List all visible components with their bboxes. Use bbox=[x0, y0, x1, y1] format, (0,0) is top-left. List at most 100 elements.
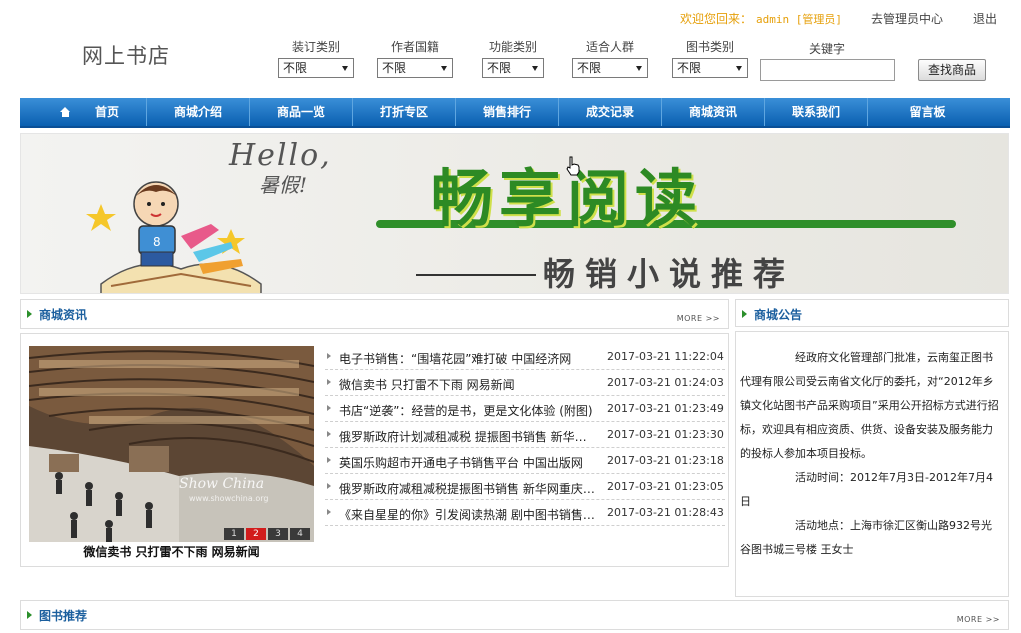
keyword-input[interactable] bbox=[760, 59, 895, 81]
banner-subtitle: 畅销小说推荐 bbox=[543, 255, 796, 293]
chevron-down-icon bbox=[532, 66, 538, 71]
slideshow-pager: 1 2 3 4 bbox=[224, 528, 310, 540]
hand-cursor-icon bbox=[566, 156, 580, 176]
nav-records[interactable]: 成交记录 bbox=[559, 98, 662, 126]
nav-label: 销售排行 bbox=[482, 105, 531, 119]
news-title: 俄罗斯政府减租减税提振图书销售 新华网重庆频道 bbox=[339, 482, 595, 496]
filter-nationality-select[interactable]: 不限 bbox=[377, 58, 453, 78]
news-title: 书店“逆袭”：经营的是书，更是文化体验 (附图) bbox=[339, 404, 593, 418]
filter-function: 功能类别 不限 bbox=[482, 40, 544, 78]
filter-book-category-select[interactable]: 不限 bbox=[672, 58, 748, 78]
home-icon bbox=[60, 107, 71, 117]
nav-label: 商城介绍 bbox=[173, 105, 222, 119]
notice-paragraph: 经政府文化管理部门批准，云南玺正图书代理有限公司受云南省文化厅的委托，对“201… bbox=[740, 351, 999, 460]
bullet-icon bbox=[327, 405, 331, 411]
news-item[interactable]: 微信卖书 只打雷不下雨 网易新闻 2017-03-21 01:24:03 bbox=[325, 370, 725, 396]
bullet-icon bbox=[327, 483, 331, 489]
select-value: 不限 bbox=[677, 61, 702, 75]
bullet-icon bbox=[327, 431, 331, 437]
banner-vacation: 暑假! bbox=[259, 173, 308, 197]
slideshow-caption[interactable]: 微信卖书 只打雷不下雨 网易新闻 bbox=[29, 543, 314, 560]
notice-location: 活动地点：上海市徐汇区衡山路932号光谷图书城三号楼 王女士 bbox=[740, 519, 992, 556]
slide-page-2[interactable]: 2 bbox=[246, 528, 266, 540]
news-date: 2017-03-21 01:28:43 bbox=[607, 506, 724, 519]
slide-page-3[interactable]: 3 bbox=[268, 528, 288, 540]
keyword-label: 关键字 bbox=[809, 42, 846, 56]
username: admin [管理员] bbox=[756, 13, 842, 26]
chevron-down-icon bbox=[736, 66, 742, 71]
section-arrow-icon bbox=[742, 310, 747, 318]
recommend-more-link[interactable]: MORE >> bbox=[957, 615, 1000, 624]
filter-binding-select[interactable]: 不限 bbox=[278, 58, 354, 78]
news-date: 2017-03-21 01:23:05 bbox=[607, 480, 724, 493]
search-button[interactable]: 查找商品 bbox=[918, 59, 986, 81]
nav-guestbook[interactable]: 留言板 bbox=[868, 98, 987, 126]
news-date: 2017-03-21 01:23:18 bbox=[607, 454, 724, 467]
nav-news[interactable]: 商城资讯 bbox=[662, 98, 765, 126]
nav-label: 联系我们 bbox=[791, 105, 840, 119]
news-title: 电子书销售：“围墙花园”难打破 中国经济网 bbox=[339, 352, 572, 366]
news-item[interactable]: 俄罗斯政府计划减租减税 提振图书销售 新华网重庆 2017-03-21 01:23… bbox=[325, 422, 725, 448]
main-nav: 首页 商城介绍 商品一览 打折专区 销售排行 成交记录 商城资讯 联系我们 留言… bbox=[20, 98, 1010, 128]
section-arrow-icon bbox=[27, 310, 32, 318]
filter-nationality: 作者国籍 不限 bbox=[377, 40, 453, 78]
notice-body: 经政府文化管理部门批准，云南玺正图书代理有限公司受云南省文化厅的委托，对“201… bbox=[740, 346, 1002, 562]
filter-audience-select[interactable]: 不限 bbox=[572, 58, 648, 78]
select-value: 不限 bbox=[577, 61, 602, 75]
news-list: 电子书销售：“围墙花园”难打破 中国经济网 2017-03-21 11:22:04… bbox=[325, 344, 725, 526]
filter-label: 图书类别 bbox=[685, 40, 734, 54]
bullet-icon bbox=[327, 509, 331, 515]
welcome-text: 欢迎您回来： bbox=[680, 12, 753, 26]
site-logo[interactable]: 网上书店 bbox=[82, 40, 170, 70]
slide-page-1[interactable]: 1 bbox=[224, 528, 244, 540]
nav-contact[interactable]: 联系我们 bbox=[765, 98, 868, 126]
news-more-link[interactable]: MORE >> bbox=[677, 314, 720, 323]
nav-label: 留言板 bbox=[909, 105, 946, 119]
news-item[interactable]: 书店“逆袭”：经营的是书，更是文化体验 (附图) 2017-03-21 01:23… bbox=[325, 396, 725, 422]
filter-function-select[interactable]: 不限 bbox=[482, 58, 544, 78]
filter-label: 装订类别 bbox=[291, 40, 340, 54]
nav-label: 商品一览 bbox=[276, 105, 325, 119]
nav-products[interactable]: 商品一览 bbox=[250, 98, 353, 126]
admin-center-link[interactable]: 去管理员中心 bbox=[871, 10, 943, 27]
nav-label: 首页 bbox=[94, 105, 119, 119]
promo-banner[interactable]: 8 Hello, 暑假! 畅享阅读 畅销小说推荐 bbox=[20, 133, 1009, 294]
notice-section-header: 商城公告 bbox=[735, 299, 1009, 327]
notice-section-title: 商城公告 bbox=[754, 308, 803, 322]
chevron-down-icon bbox=[636, 66, 642, 71]
svg-text:8: 8 bbox=[153, 235, 161, 249]
nav-ranking[interactable]: 销售排行 bbox=[456, 98, 559, 126]
slide-page-4[interactable]: 4 bbox=[290, 528, 310, 540]
filter-book-category: 图书类别 不限 bbox=[672, 40, 748, 78]
news-item[interactable]: 英国乐购超市开通电子书销售平台 中国出版网 2017-03-21 01:23:18 bbox=[325, 448, 725, 474]
nav-home[interactable]: 首页 bbox=[20, 98, 147, 126]
nav-label: 成交记录 bbox=[585, 105, 634, 119]
news-section-title: 商城资讯 bbox=[39, 308, 88, 322]
notice-time: 活动时间：2012年7月3日-2012年7月4日 bbox=[740, 471, 993, 508]
bullet-icon bbox=[327, 379, 331, 385]
news-item[interactable]: 电子书销售：“围墙花园”难打破 中国经济网 2017-03-21 11:22:04 bbox=[325, 344, 725, 370]
bookstore-photo bbox=[29, 346, 314, 542]
logout-link[interactable]: 退出 bbox=[973, 10, 997, 27]
chevron-down-icon bbox=[342, 66, 348, 71]
filter-label: 功能类别 bbox=[488, 40, 537, 54]
news-date: 2017-03-21 01:23:49 bbox=[607, 402, 724, 415]
banner-subtitle-line bbox=[416, 274, 536, 276]
photo-watermark-url: www.showchina.org bbox=[189, 494, 269, 503]
filter-label: 适合人群 bbox=[585, 40, 634, 54]
nav-label: 商城资讯 bbox=[688, 105, 737, 119]
news-section-header: 商城资讯 MORE >> bbox=[20, 299, 729, 329]
welcome-message: 欢迎您回来： admin [管理员] bbox=[680, 10, 842, 27]
news-title: 英国乐购超市开通电子书销售平台 中国出版网 bbox=[339, 456, 583, 470]
banner-hello: Hello, bbox=[229, 138, 332, 173]
nav-discount[interactable]: 打折专区 bbox=[353, 98, 456, 126]
news-item[interactable]: 《来自星星的你》引发阅读热潮 剧中图书销售激增 2017-03-21 01:28:… bbox=[325, 500, 725, 526]
news-title: 《来自星星的你》引发阅读热潮 剧中图书销售激增 bbox=[339, 508, 595, 522]
news-slideshow[interactable]: Show China www.showchina.org 1 2 3 4 bbox=[29, 346, 314, 542]
select-value: 不限 bbox=[382, 61, 407, 75]
news-title: 微信卖书 只打雷不下雨 网易新闻 bbox=[339, 378, 515, 392]
nav-about[interactable]: 商城介绍 bbox=[147, 98, 250, 126]
news-item[interactable]: 俄罗斯政府减租减税提振图书销售 新华网重庆频道 2017-03-21 01:23:… bbox=[325, 474, 725, 500]
nav-label: 打折专区 bbox=[379, 105, 428, 119]
bullet-icon bbox=[327, 353, 331, 359]
